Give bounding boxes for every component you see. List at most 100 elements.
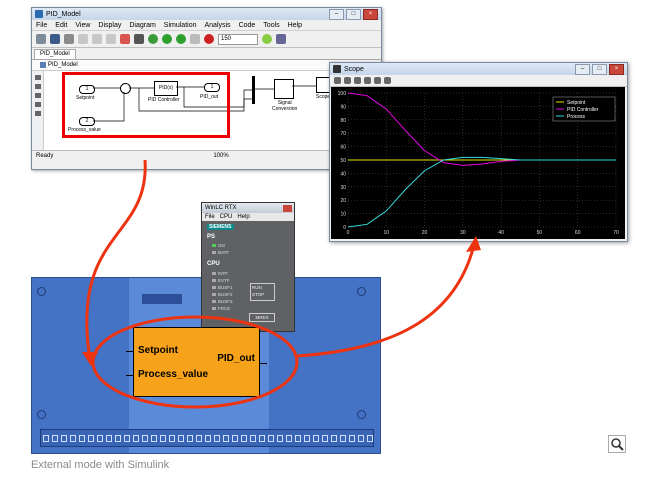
menu-view[interactable]: View (75, 22, 90, 29)
menu-analysis[interactable]: Analysis (204, 22, 230, 29)
stop-label: STOP (252, 292, 265, 297)
arrow-icon[interactable] (34, 93, 41, 98)
ps-heading: PS (207, 234, 216, 240)
menu-simulation[interactable]: Simulation (164, 22, 197, 29)
plc-setpoint-label: Setpoint (138, 345, 178, 356)
menu-help[interactable]: Help (288, 22, 302, 29)
rack-screw (357, 287, 366, 296)
connector-pin (88, 434, 94, 442)
fit-view-icon[interactable] (34, 84, 41, 89)
scope-title: Scope (344, 65, 364, 73)
led-on-label: ON (218, 243, 225, 248)
tab-pid-model[interactable]: PID_Model (34, 49, 76, 59)
scope-minimize-button[interactable]: – (575, 63, 590, 75)
x-tick-label: 10 (384, 230, 390, 236)
y-tick-label: 70 (340, 131, 346, 137)
x-tick-label: 0 (347, 230, 350, 236)
simulink-tabrow: PID_Model (32, 48, 381, 60)
scope-close-button[interactable]: × (609, 63, 624, 75)
scope-params-icon[interactable] (384, 77, 391, 84)
mode-switch[interactable]: RUN STOP (250, 283, 275, 301)
led-on: ON (212, 243, 225, 248)
save-icon[interactable] (50, 34, 60, 44)
simulink-toolbar: 150 (32, 30, 381, 48)
connector-pin (205, 434, 211, 442)
settings-icon[interactable] (134, 34, 144, 44)
x-tick-label: 50 (537, 230, 543, 236)
figure-caption: External mode with Simulink (31, 459, 170, 471)
connector-pin (277, 434, 283, 442)
led-batf: BATF (212, 250, 229, 255)
menu-tools[interactable]: Tools (263, 22, 279, 29)
rack-label-plate (142, 294, 182, 304)
winlc-window: WinLC RTX File CPU Help SIEMENS PS ON BA… (201, 202, 295, 332)
breadcrumb-model[interactable]: PID_Model (48, 62, 78, 68)
zoom-in-icon[interactable] (34, 75, 41, 80)
connector-pin (178, 434, 184, 442)
winlc-close-button[interactable] (283, 204, 292, 212)
check-icon[interactable] (262, 34, 272, 44)
out-pin (259, 363, 267, 364)
image-icon[interactable] (34, 111, 41, 116)
menu-display[interactable]: Display (98, 22, 121, 29)
run-label: RUN (252, 285, 262, 290)
connector-pin (295, 434, 301, 442)
close-button[interactable]: × (363, 8, 378, 20)
rack-screw (37, 410, 46, 419)
winlc-titlebar: WinLC RTX (202, 203, 294, 213)
winlc-menu-cpu[interactable]: CPU (220, 214, 233, 220)
simulink-menubar: File Edit View Display Diagram Simulatio… (32, 20, 381, 30)
run-icon[interactable] (162, 34, 172, 44)
connector-pin (340, 434, 346, 442)
step-forward-icon[interactable] (176, 34, 186, 44)
connector-pin (286, 434, 292, 442)
library-icon[interactable] (120, 34, 130, 44)
menu-diagram[interactable]: Diagram (129, 22, 155, 29)
mres-button[interactable]: MRES (249, 313, 275, 322)
forward-icon[interactable] (92, 34, 102, 44)
connector-pin (106, 434, 112, 442)
back-icon[interactable] (78, 34, 88, 44)
plc-pid-block: Setpoint Process_value PID_out (126, 327, 267, 397)
scope-zoom-icon[interactable] (344, 77, 351, 84)
led-busf2-label: BUSF2 (218, 292, 233, 297)
scope-pan-icon[interactable] (354, 77, 361, 84)
menu-edit[interactable]: Edit (55, 22, 67, 29)
print-icon[interactable] (64, 34, 74, 44)
scope-autoscale-icon[interactable] (364, 77, 371, 84)
zoom-icon[interactable] (608, 435, 626, 453)
annotation-icon[interactable] (34, 102, 41, 107)
y-tick-label: 80 (340, 118, 346, 124)
stop-icon[interactable] (190, 34, 200, 44)
scope-settings-icon[interactable] (334, 77, 341, 84)
siemens-logo: SIEMENS (207, 224, 234, 230)
connector-pin (322, 434, 328, 442)
winlc-menu-file[interactable]: File (205, 214, 215, 220)
connector-pin (115, 434, 121, 442)
new-model-icon[interactable] (36, 34, 46, 44)
connector-pin (79, 434, 85, 442)
connector-pin (313, 434, 319, 442)
scope-plot: 0 10 20 30 40 50 60 70 0 10 20 30 40 50 60 70 80 90 100 Set… (331, 87, 625, 239)
model-icon (40, 62, 46, 68)
x-tick-label: 70 (613, 230, 619, 236)
menu-code[interactable]: Code (239, 22, 256, 29)
maximize-button[interactable]: □ (346, 8, 361, 20)
connector-pin (232, 434, 238, 442)
scope-maximize-button[interactable]: □ (592, 63, 607, 75)
led-batf-label: BATF (218, 250, 230, 255)
up-icon[interactable] (106, 34, 116, 44)
winlc-menu-help[interactable]: Help (237, 214, 249, 220)
chart-icon[interactable] (276, 34, 286, 44)
minimize-button[interactable]: – (329, 8, 344, 20)
in1-pin (126, 351, 134, 352)
legend-label: Process (567, 114, 586, 120)
led-busf3: BUSF3 (212, 299, 233, 304)
connector-pin (187, 434, 193, 442)
menu-file[interactable]: File (36, 22, 47, 29)
step-back-icon[interactable] (148, 34, 158, 44)
record-icon[interactable] (204, 34, 214, 44)
stop-time-input[interactable]: 150 (218, 33, 258, 45)
scope-window: Scope – □ × 0 10 20 30 40 50 60 70 0 10 20 30 40 50 60… (329, 62, 628, 242)
scope-save-icon[interactable] (374, 77, 381, 84)
